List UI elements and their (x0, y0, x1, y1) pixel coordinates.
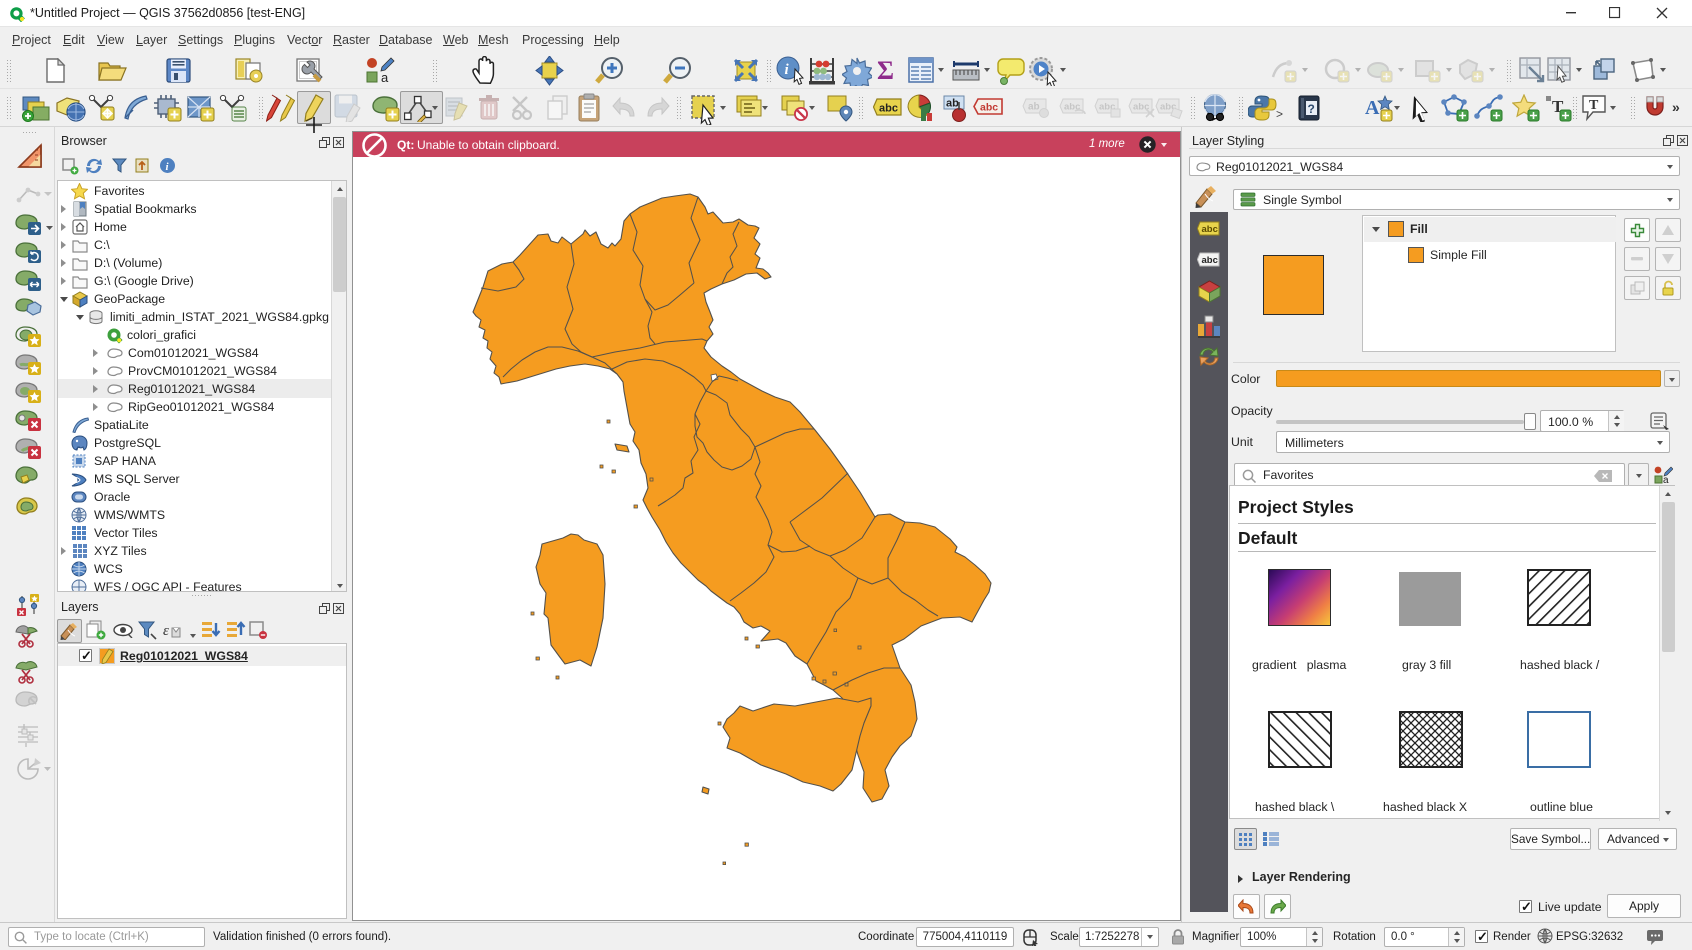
svg-text:A: A (1365, 97, 1380, 119)
svg-text:Σ: Σ (877, 57, 894, 84)
svg-text:abc: abc (1202, 255, 1218, 266)
svg-text:abc: abc (1064, 102, 1080, 113)
svg-text:ε: ε (163, 623, 169, 639)
svg-text:ab: ab (946, 98, 959, 110)
svg-text:ab: ab (1028, 102, 1040, 113)
svg-text:?: ? (1308, 102, 1315, 116)
svg-text:a: a (381, 70, 389, 84)
svg-text:T: T (1589, 98, 1599, 113)
svg-text:abc: abc (1202, 224, 1218, 235)
svg-text:a: a (1663, 475, 1669, 485)
svg-text:abc: abc (980, 102, 998, 114)
svg-text:abc: abc (879, 103, 898, 115)
